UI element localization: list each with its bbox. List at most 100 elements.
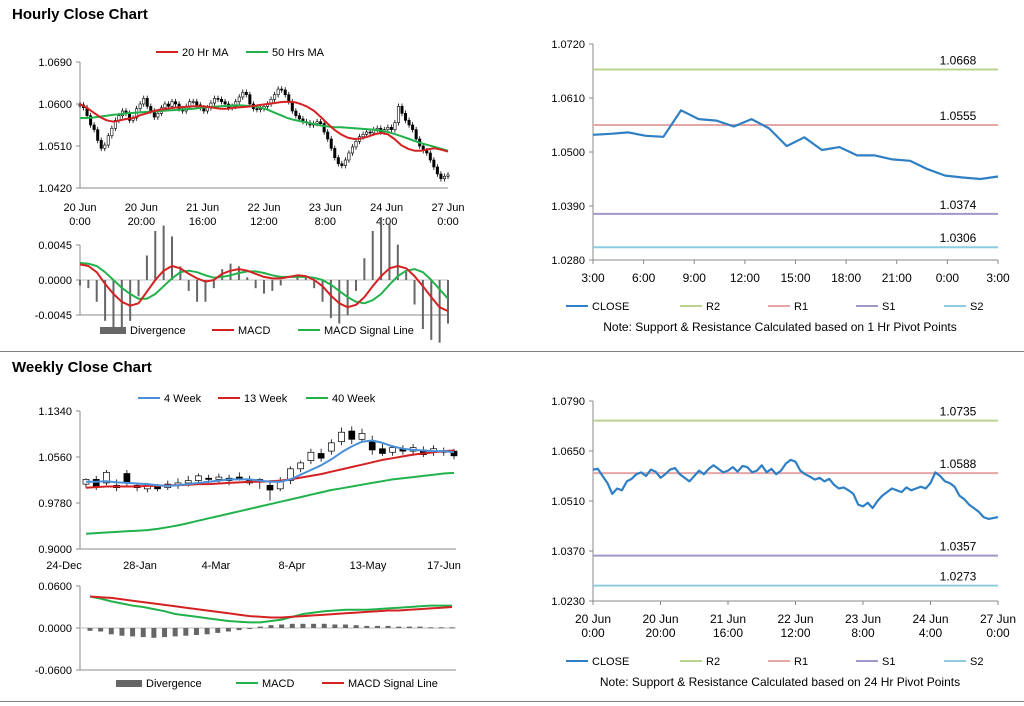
hourly-legend-divergence-label: Divergence	[130, 325, 186, 337]
hourly-candle-body	[439, 173, 443, 179]
weekly-price-xtick: 28-Jan	[123, 560, 157, 572]
weekly-divergence-bar	[300, 623, 306, 628]
charts-canvas: 1.06901.06001.05101.042020 Jun0:0020 Jun…	[35, 39, 1016, 690]
weekly-macd-ytick-label: 0.0600	[38, 581, 72, 593]
hourly-candle-body	[400, 106, 404, 114]
weekly-macd-ytick-label: 0.0000	[38, 623, 72, 635]
hourly-candle-body	[333, 148, 337, 158]
weekly-divergence-bar	[438, 627, 444, 629]
hourly-candle-body	[329, 138, 333, 149]
hourly-price-xtick-time: 4:00	[376, 216, 397, 228]
hourly-price-xtick-date: 27 Jun	[431, 202, 464, 214]
weekly-divergence-bar	[374, 625, 380, 628]
weekly-divergence-bar	[321, 623, 327, 628]
weekly-candle-body	[389, 447, 397, 453]
hourly-candle-body	[407, 120, 411, 126]
hourly-price-ytick-label: 1.0510	[38, 141, 72, 153]
hourly-candle-body	[96, 129, 100, 141]
weekly-pivot-xtick-date: 20 Jun	[575, 612, 611, 626]
hourly-pivot-ytick-label: 1.0390	[551, 201, 585, 213]
weekly-pivot-legend-s1-label: S1	[882, 656, 895, 668]
hourly-price-xtick-date: 22 Jun	[247, 202, 280, 214]
weekly-legend-divergence-label: Divergence	[146, 678, 202, 690]
hourly-price-xtick-time: 0:00	[437, 216, 458, 228]
weekly-divergence-bar	[428, 627, 434, 629]
hourly-candle-body	[446, 174, 450, 177]
hourly-price-xtick-time: 16:00	[189, 216, 217, 228]
hourly-candle-body	[393, 122, 397, 130]
hourly-candle-body	[404, 113, 408, 121]
weekly-macd-line	[89, 595, 452, 624]
hourly-pivot-xtick-label: 15:00	[780, 271, 810, 285]
hourly-candle-body	[347, 152, 351, 161]
hourly-price-ytick-label: 1.0690	[38, 57, 72, 69]
weekly-divergence-bar	[193, 628, 199, 635]
hourly-candle-body	[163, 103, 167, 109]
weekly-legend-signal-label: MACD Signal Line	[348, 678, 438, 690]
weekly-candle-body	[235, 476, 243, 479]
weekly-divergence-bar	[204, 628, 210, 635]
weekly-divergence-bar	[406, 626, 412, 628]
hourly-candle-body	[241, 92, 245, 98]
hourly-candle-body	[336, 157, 340, 165]
weekly-divergence-bar	[225, 628, 231, 632]
weekly-pivot-ytick-label: 1.0790	[551, 396, 585, 408]
weekly-legend-13w-label: 13 Week	[244, 393, 288, 405]
weekly-divergence-bar	[98, 628, 104, 632]
weekly-pivot-level-label: 1.0735	[940, 405, 977, 419]
weekly-candle-body	[307, 451, 315, 461]
hourly-candle-body	[244, 92, 248, 95]
hourly-pivot-legend-r2-label: R2	[706, 301, 720, 313]
hourly-candle-body	[223, 101, 227, 105]
weekly-price-xtick: 4-Mar	[202, 560, 231, 572]
hourly-candle-body	[248, 94, 252, 105]
weekly-pivot-xtick-date: 21 Jun	[710, 612, 746, 626]
hourly-candle-body	[255, 108, 259, 110]
hourly-pivot-legend-r1-label: R1	[794, 301, 808, 313]
weekly-price-ytick-label: 1.1340	[38, 406, 72, 418]
hourly-candle-body	[368, 131, 372, 134]
weekly-divergence-bar	[172, 628, 178, 637]
hourly-price-xtick-time: 8:00	[315, 216, 336, 228]
hourly-pivot-xtick-label: 18:00	[831, 271, 861, 285]
weekly-pivot-xtick-date: 23 Jun	[845, 612, 881, 626]
weekly-divergence-bar	[215, 628, 221, 633]
weekly-divergence-bar	[130, 628, 136, 637]
hourly-candle-body	[361, 134, 365, 137]
hourly-candle-body	[276, 88, 280, 95]
weekly-pivot-close-line	[592, 458, 999, 521]
hourly-price-ytick-label: 1.0600	[38, 99, 72, 111]
hourly-candle-body	[195, 101, 199, 106]
weekly-pivot-legend-r1-label: R1	[794, 656, 808, 668]
weekly-divergence-bar	[247, 628, 253, 629]
weekly-pivot-note: Note: Support & Resistance Calculated ba…	[600, 675, 960, 689]
weekly-divergence-bar	[257, 626, 263, 628]
hourly-candle-body	[99, 140, 103, 149]
weekly-pivot-xtick-time: 0:00	[581, 626, 605, 640]
hourly-candle-body	[414, 129, 418, 140]
weekly-price-xtick: 24-Dec	[46, 560, 82, 572]
weekly-legend-4w-label: 4 Week	[164, 393, 202, 405]
hourly-pivot-close-line	[592, 109, 999, 181]
weekly-candle-body	[195, 475, 202, 481]
weekly-pivot-level-label: 1.0357	[940, 540, 977, 554]
hourly-candle-body	[191, 101, 195, 103]
weekly-pivot-xtick-time: 0:00	[986, 626, 1010, 640]
hourly-candle-body	[110, 127, 114, 137]
hourly-pivot-ytick-label: 1.0500	[551, 147, 585, 159]
weekly-divergence-bar	[268, 625, 274, 628]
hourly-candle-body	[365, 131, 369, 135]
weekly-candle-body	[297, 462, 305, 470]
hourly-pivot-xtick-label: 3:00	[581, 271, 605, 285]
weekly-divergence-bar	[236, 628, 242, 631]
weekly-candle-body	[348, 430, 356, 440]
weekly-pivot-ytick-label: 1.0230	[551, 596, 585, 608]
hourly-candle-body	[103, 144, 107, 149]
hourly-candle-body	[138, 103, 142, 109]
hourly-pivot-ytick-label: 1.0280	[551, 255, 585, 267]
hourly-pivot-xtick-label: 3:00	[986, 271, 1010, 285]
weekly-pivot-legend-close-label: CLOSE	[592, 656, 629, 668]
weekly-candle-body	[317, 453, 325, 459]
weekly-divergence-bar	[140, 628, 146, 638]
weekly-divergence-bar	[119, 628, 125, 636]
